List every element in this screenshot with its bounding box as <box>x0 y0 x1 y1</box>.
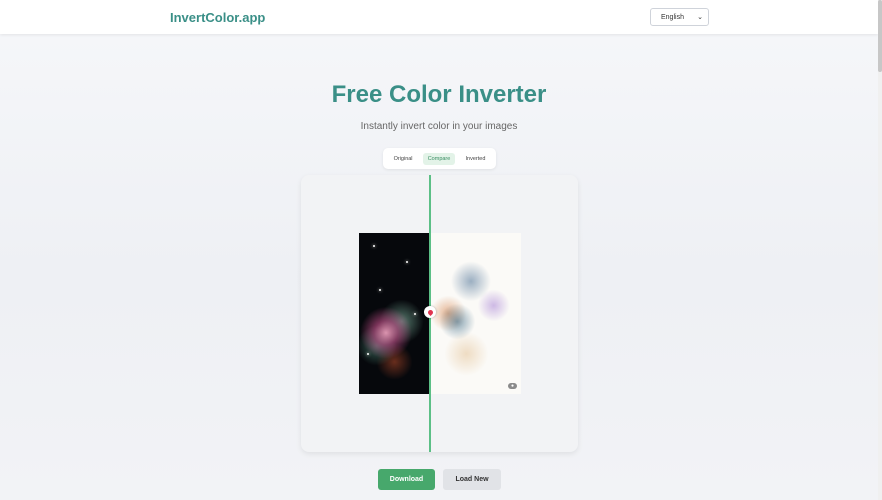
load-new-button[interactable]: Load New <box>443 469 501 490</box>
star <box>406 261 408 263</box>
scrollbar-thumb[interactable] <box>878 0 882 72</box>
tab-inverted[interactable]: Inverted <box>461 153 491 165</box>
image-compare-panel: ● <box>301 175 578 452</box>
language-select-value: English <box>661 13 684 21</box>
inverted-image: ● <box>430 233 521 394</box>
tab-compare[interactable]: Compare <box>422 152 456 165</box>
star <box>379 289 381 291</box>
original-image <box>359 233 430 394</box>
page-title: Free Color Inverter <box>331 81 547 108</box>
watermark-icon: ● <box>508 383 517 389</box>
download-button[interactable]: Download <box>378 469 435 490</box>
tab-original[interactable]: Original <box>389 153 418 165</box>
star <box>373 245 375 247</box>
star <box>414 313 416 315</box>
view-mode-tabs: Original Compare Inverted <box>383 148 496 169</box>
chevron-down-icon: ⌄ <box>697 14 703 21</box>
page-subtitle: Instantly invert color in your images <box>360 121 518 132</box>
top-navbar: InvertColor.app English ⌄ <box>0 0 878 34</box>
compare-slider-handle[interactable] <box>424 306 436 318</box>
star <box>367 353 369 355</box>
brand-logo-link[interactable]: InvertColor.app <box>170 10 265 25</box>
language-select[interactable]: English ⌄ <box>650 8 709 26</box>
page-scrollbar[interactable] <box>878 0 882 500</box>
pin-icon <box>426 308 434 316</box>
